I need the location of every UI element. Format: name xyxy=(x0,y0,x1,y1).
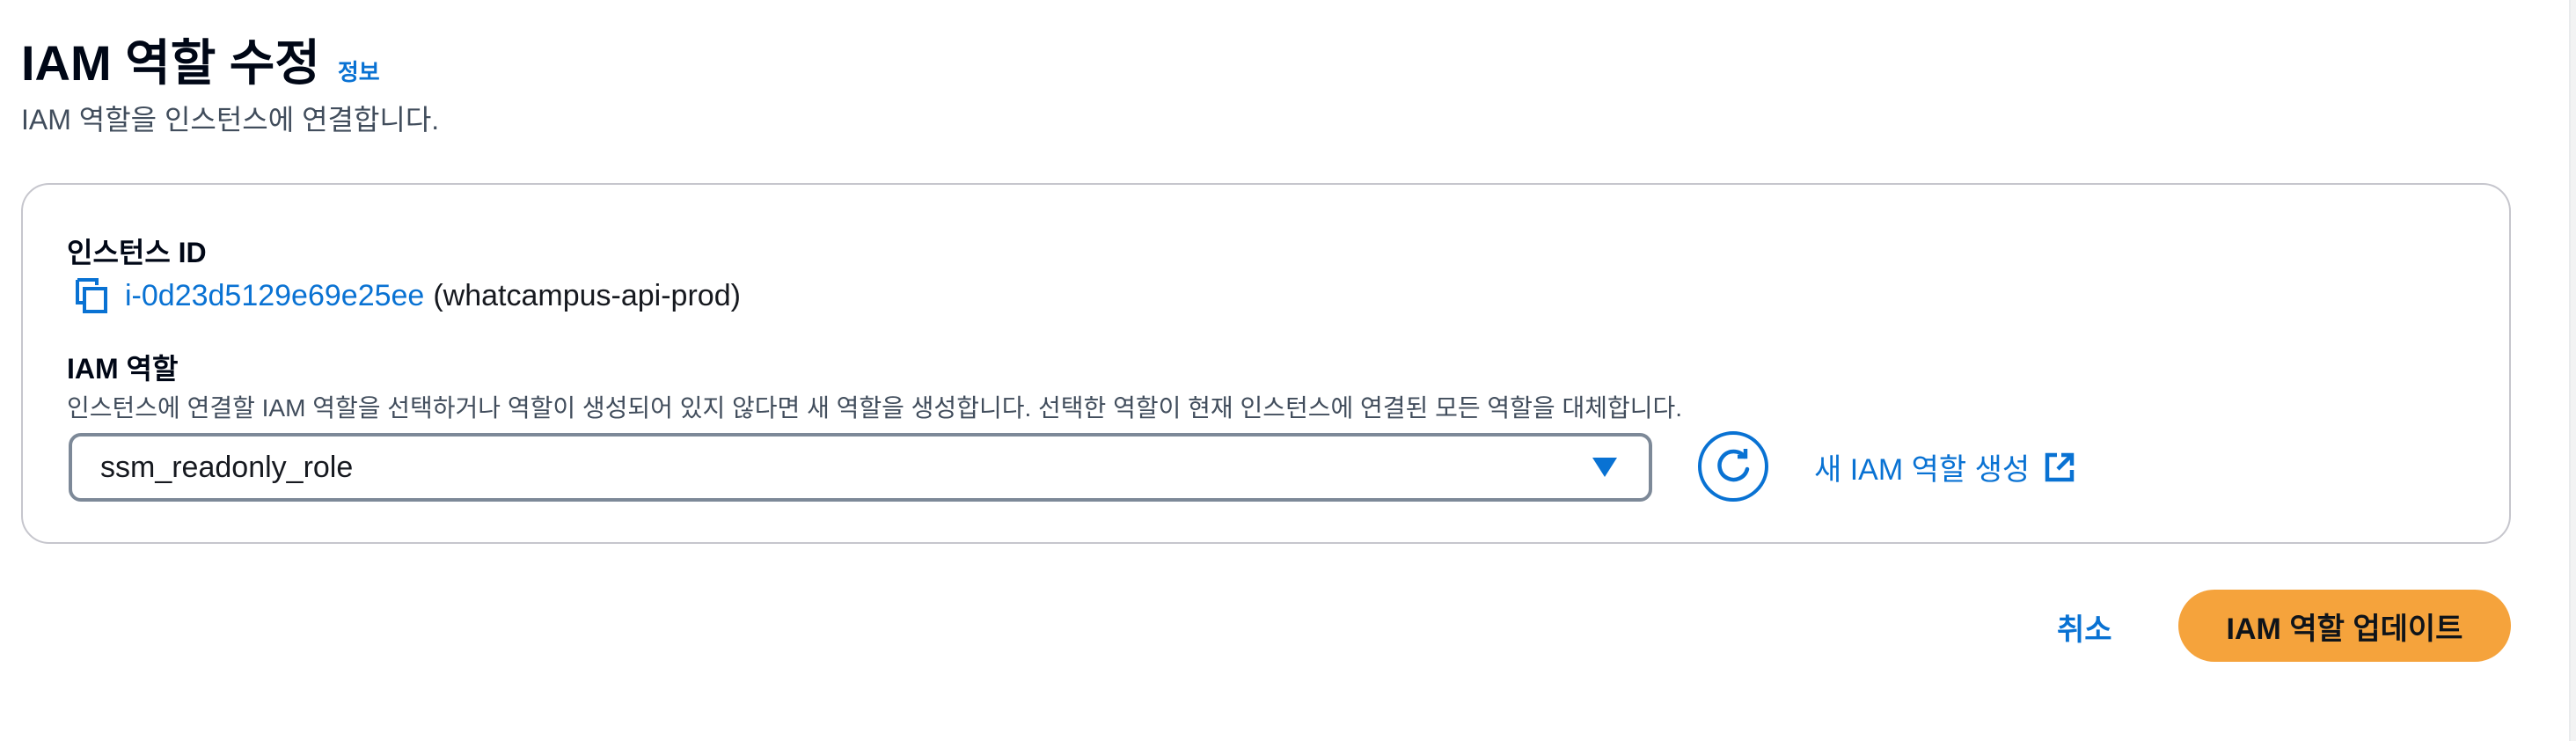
page-description: IAM 역할을 인스턴스에 연결합니다. xyxy=(21,104,440,136)
caret-down-icon xyxy=(1592,458,1617,477)
scrollbar-track[interactable] xyxy=(2569,0,2576,741)
refresh-button[interactable] xyxy=(1698,431,1768,502)
cancel-button[interactable]: 취소 xyxy=(2041,604,2128,649)
iam-role-select[interactable]: ssm_readonly_role xyxy=(69,433,1652,502)
refresh-icon xyxy=(1717,449,1750,482)
create-iam-role-link[interactable]: 새 IAM 역할 생성 xyxy=(1814,445,2077,488)
iam-role-description: 인스턴스에 연결할 IAM 역할을 선택하거나 역할이 생성되어 있지 않다면 … xyxy=(67,394,1683,422)
settings-panel: 인스턴스 ID i-0d23d5129e69e25ee (whatcampus-… xyxy=(21,183,2511,544)
info-link[interactable]: 정보 xyxy=(338,55,380,87)
update-iam-role-button[interactable]: IAM 역할 업데이트 xyxy=(2178,590,2511,662)
instance-name: (whatcampus-api-prod) xyxy=(433,278,741,312)
title-row: IAM 역할 수정 정보 xyxy=(21,32,439,95)
create-iam-role-label: 새 IAM 역할 생성 xyxy=(1814,453,2031,487)
modify-iam-role-page: IAM 역할 수정 정보 IAM 역할을 인스턴스에 연결합니다. 인스턴스 I… xyxy=(0,0,2576,741)
external-link-icon xyxy=(2042,450,2077,485)
page-title: IAM 역할 수정 xyxy=(21,35,320,91)
copy-icon[interactable] xyxy=(72,276,111,315)
instance-id-link[interactable]: i-0d23d5129e69e25ee xyxy=(125,279,424,313)
iam-role-selected-value: ssm_readonly_role xyxy=(100,450,354,484)
page-header: IAM 역할 수정 정보 IAM 역할을 인스턴스에 연결합니다. xyxy=(21,32,439,139)
instance-id-label: 인스턴스 ID xyxy=(67,237,207,268)
iam-role-label: IAM 역할 xyxy=(67,353,179,385)
instance-id-row: i-0d23d5129e69e25ee (whatcampus-api-prod… xyxy=(72,276,741,315)
